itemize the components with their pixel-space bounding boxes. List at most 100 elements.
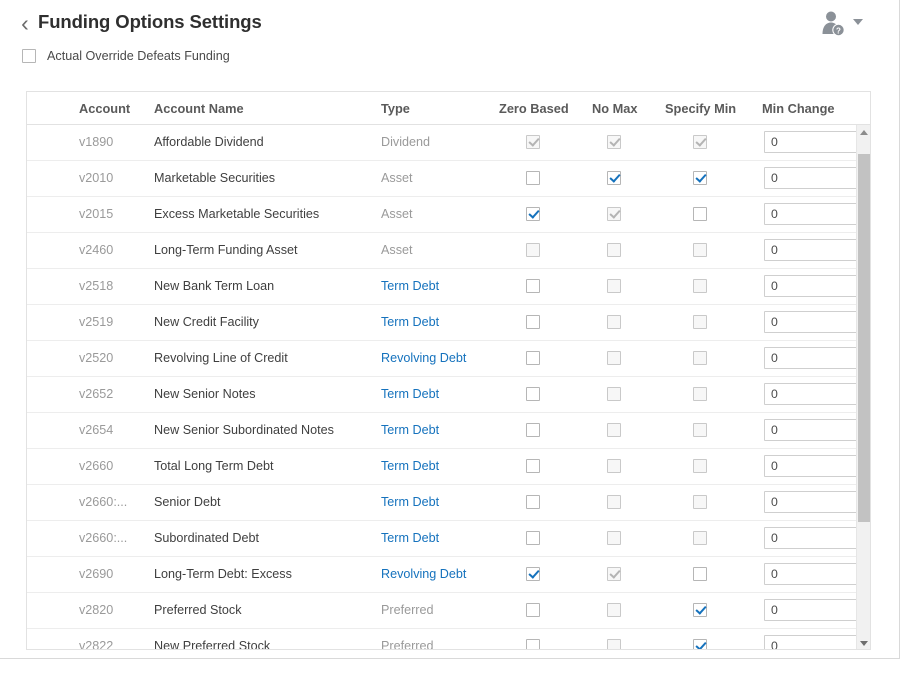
cell-zero-based[interactable] [526,171,540,187]
actual-override-checkbox[interactable] [22,49,36,63]
cell-zero-based[interactable] [526,351,540,367]
specify-min-checkbox[interactable] [693,171,707,185]
cell-zero-based[interactable] [526,279,540,295]
cell-zero-based[interactable] [526,423,540,439]
min-change-input[interactable] [764,419,866,441]
specify-min-checkbox[interactable] [693,207,707,221]
zero-based-checkbox[interactable] [526,495,540,509]
table-row[interactable]: v2660Total Long Term DebtTerm Debt [27,449,857,485]
table-row[interactable]: v2520Revolving Line of CreditRevolving D… [27,341,857,377]
specify-min-checkbox [693,243,707,257]
cell-min-change [764,167,866,189]
cell-zero-based[interactable] [526,603,540,619]
min-change-input[interactable] [764,527,866,549]
min-change-input[interactable] [764,239,866,261]
zero-based-checkbox[interactable] [526,603,540,617]
cell-zero-based[interactable] [526,459,540,475]
min-change-input[interactable] [764,275,866,297]
cell-zero-based[interactable] [526,567,540,583]
cell-zero-based[interactable] [526,531,540,547]
cell-zero-based[interactable] [526,495,540,511]
cell-zero-based[interactable] [526,639,540,650]
zero-based-checkbox[interactable] [526,639,540,650]
back-button[interactable]: ‹ [16,10,34,36]
min-change-input[interactable] [764,311,866,333]
cell-account-name: Long-Term Debt: Excess [154,557,292,592]
cell-type-link[interactable]: Term Debt [381,377,439,412]
specify-min-checkbox[interactable] [693,567,707,581]
zero-based-checkbox[interactable] [526,423,540,437]
table-row[interactable]: v2660:...Subordinated DebtTerm Debt [27,521,857,557]
cell-zero-based[interactable] [526,315,540,331]
table-row[interactable]: v2518New Bank Term LoanTerm Debt [27,269,857,305]
cell-type-link[interactable]: Revolving Debt [381,341,466,376]
cell-account: v2822 [79,629,113,650]
cell-specify-min [693,495,707,511]
cell-specify-min[interactable] [693,639,707,650]
cell-no-max[interactable] [607,171,621,187]
min-change-input[interactable] [764,131,866,153]
cell-zero-based [526,243,540,259]
table-row[interactable]: v2015Excess Marketable SecuritiesAsset [27,197,857,233]
cell-zero-based[interactable] [526,207,540,223]
zero-based-checkbox[interactable] [526,207,540,221]
specify-min-checkbox [693,315,707,329]
table-body-scroll-region[interactable]: v1890Affordable DividendDividendv2010Mar… [27,125,870,650]
min-change-input[interactable] [764,203,866,225]
cell-type-link[interactable]: Term Debt [381,485,439,520]
table-row[interactable]: v2660:...Senior DebtTerm Debt [27,485,857,521]
cell-account: v2660:... [79,485,127,520]
cell-min-change [764,599,866,621]
scrollbar-thumb[interactable] [858,154,870,522]
min-change-input[interactable] [764,455,866,477]
table-row[interactable]: v2652New Senior NotesTerm Debt [27,377,857,413]
cell-type-link[interactable]: Revolving Debt [381,557,466,592]
zero-based-checkbox[interactable] [526,171,540,185]
min-change-input[interactable] [764,563,866,585]
specify-min-checkbox[interactable] [693,603,707,617]
cell-type-link[interactable]: Term Debt [381,269,439,304]
cell-type-link[interactable]: Term Debt [381,449,439,484]
cell-type-link[interactable]: Term Debt [381,413,439,448]
table-row[interactable]: v2654New Senior Subordinated NotesTerm D… [27,413,857,449]
table-row[interactable]: v2822New Preferred StockPreferred [27,629,857,650]
cell-specify-min[interactable] [693,567,707,583]
no-max-checkbox[interactable] [607,171,621,185]
zero-based-checkbox[interactable] [526,387,540,401]
min-change-input[interactable] [764,635,866,650]
table-row[interactable]: v2690Long-Term Debt: ExcessRevolving Deb… [27,557,857,593]
specify-min-checkbox[interactable] [693,639,707,650]
zero-based-checkbox[interactable] [526,531,540,545]
min-change-input[interactable] [764,383,866,405]
table-row[interactable]: v2010Marketable SecuritiesAsset [27,161,857,197]
scroll-up-button[interactable] [857,125,870,139]
min-change-input[interactable] [764,599,866,621]
min-change-input[interactable] [764,347,866,369]
actual-override-option[interactable]: Actual Override Defeats Funding [22,46,230,66]
table-row[interactable]: v2460Long-Term Funding AssetAsset [27,233,857,269]
user-help-menu[interactable]: ? [815,8,867,38]
cell-account: v2660:... [79,521,127,556]
zero-based-checkbox[interactable] [526,279,540,293]
table-row[interactable]: v1890Affordable DividendDividend [27,125,857,161]
scroll-down-button[interactable] [857,636,870,650]
min-change-input[interactable] [764,167,866,189]
min-change-input[interactable] [764,491,866,513]
table-vertical-scrollbar[interactable] [856,125,870,650]
table-row[interactable]: v2519New Credit FacilityTerm Debt [27,305,857,341]
cell-specify-min[interactable] [693,603,707,619]
user-question-icon: ? [815,8,867,38]
cell-specify-min[interactable] [693,207,707,223]
zero-based-checkbox[interactable] [526,351,540,365]
cell-account-name: Excess Marketable Securities [154,197,319,232]
cell-type: Dividend [381,125,430,160]
zero-based-checkbox[interactable] [526,315,540,329]
cell-type-link[interactable]: Term Debt [381,305,439,340]
table-row[interactable]: v2820Preferred StockPreferred [27,593,857,629]
zero-based-checkbox[interactable] [526,459,540,473]
cell-no-max [607,279,621,295]
cell-zero-based[interactable] [526,387,540,403]
cell-type-link[interactable]: Term Debt [381,521,439,556]
zero-based-checkbox[interactable] [526,567,540,581]
cell-specify-min[interactable] [693,171,707,187]
